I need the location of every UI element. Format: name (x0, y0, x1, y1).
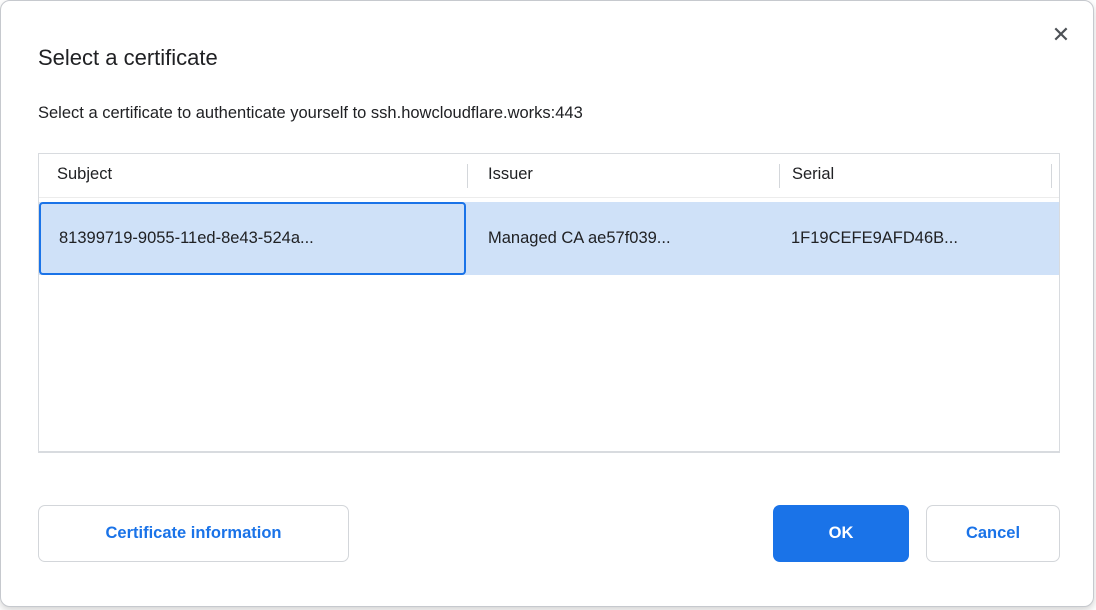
column-divider (1051, 164, 1052, 188)
table-header: Subject Issuer Serial (39, 154, 1059, 198)
column-divider (779, 164, 780, 188)
close-icon: ✕ (1052, 22, 1070, 47)
cell-issuer: Managed CA ae57f039... (466, 202, 778, 275)
table-row[interactable]: 81399719-9055-11ed-8e43-524a... Managed … (39, 202, 1059, 275)
certificate-information-button[interactable]: Certificate information (38, 505, 349, 562)
column-header-subject: Subject (57, 165, 112, 184)
column-divider (467, 164, 468, 188)
certificate-table: Subject Issuer Serial 81399719-9055-11ed… (38, 153, 1060, 453)
column-header-issuer: Issuer (488, 165, 533, 184)
dialog-title: Select a certificate (38, 45, 218, 71)
issuer-value: Managed CA ae57f039... (488, 229, 671, 248)
certificate-select-dialog: ✕ Select a certificate Select a certific… (0, 0, 1094, 607)
column-header-serial: Serial (792, 165, 834, 184)
dialog-subtitle: Select a certificate to authenticate you… (38, 104, 583, 123)
close-button[interactable]: ✕ (1045, 19, 1077, 51)
serial-value: 1F19CEFE9AFD46B... (791, 229, 958, 248)
cancel-button[interactable]: Cancel (926, 505, 1060, 562)
cell-subject: 81399719-9055-11ed-8e43-524a... (39, 202, 466, 275)
screen: ✕ Select a certificate Select a certific… (0, 0, 1096, 610)
subject-value: 81399719-9055-11ed-8e43-524a... (59, 229, 314, 248)
ok-button[interactable]: OK (773, 505, 909, 562)
cell-serial: 1F19CEFE9AFD46B... (778, 202, 1059, 275)
